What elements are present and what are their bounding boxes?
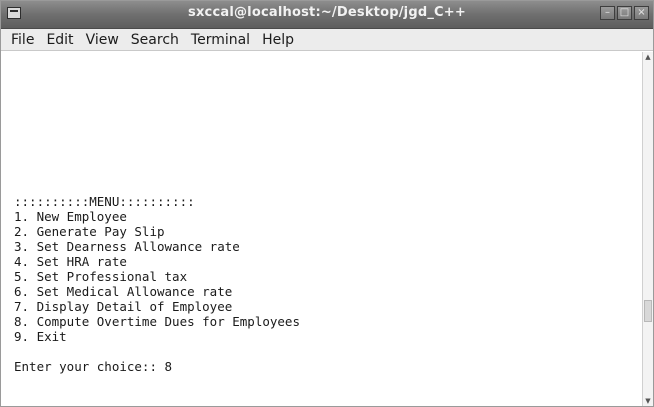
- menu-option-4: 4. Set HRA rate: [14, 254, 127, 269]
- maximize-button[interactable]: □: [617, 6, 632, 20]
- menu-edit[interactable]: Edit: [40, 30, 79, 50]
- menu-option-9: 9. Exit: [14, 329, 67, 344]
- menu-option-2: 2. Generate Pay Slip: [14, 224, 165, 239]
- scroll-thumb[interactable]: [644, 300, 652, 322]
- menu-option-3: 3. Set Dearness Allowance rate: [14, 239, 240, 254]
- minimize-button[interactable]: –: [600, 6, 615, 20]
- window-controls: – □ ×: [600, 6, 649, 20]
- menu-option-8: 8. Compute Overtime Dues for Employees: [14, 314, 300, 329]
- menu-search[interactable]: Search: [125, 30, 185, 50]
- menu-bar: File Edit View Search Terminal Help: [1, 29, 653, 51]
- scroll-up-arrow-icon[interactable]: ▲: [643, 52, 653, 62]
- menu-view[interactable]: View: [80, 30, 125, 50]
- minimize-icon: –: [605, 7, 610, 18]
- terminal-output-area[interactable]: ::::::::::MENU:::::::::: 1. New Employee…: [1, 52, 641, 406]
- menu-option-5: 5. Set Professional tax: [14, 269, 188, 284]
- choice-prompt: Enter your choice:: 8: [14, 359, 173, 374]
- title-bar[interactable]: sxccal@localhost:~/Desktop/jgd_C++ – □ ×: [1, 1, 653, 29]
- menu-help[interactable]: Help: [256, 30, 300, 50]
- window-title: sxccal@localhost:~/Desktop/jgd_C++: [188, 5, 466, 20]
- menu-option-1: 1. New Employee: [14, 209, 127, 224]
- menu-header: ::::::::::MENU::::::::::: [14, 194, 195, 209]
- close-icon: ×: [637, 7, 646, 18]
- terminal-text: ::::::::::MENU:::::::::: 1. New Employee…: [14, 194, 300, 374]
- terminal-window: sxccal@localhost:~/Desktop/jgd_C++ – □ ×…: [0, 0, 654, 407]
- scroll-down-arrow-icon[interactable]: ▼: [643, 396, 653, 406]
- menu-option-7: 7. Display Detail of Employee: [14, 299, 233, 314]
- close-button[interactable]: ×: [634, 6, 649, 20]
- menu-file[interactable]: File: [5, 30, 40, 50]
- menu-option-6: 6. Set Medical Allowance rate: [14, 284, 233, 299]
- menu-terminal[interactable]: Terminal: [185, 30, 256, 50]
- vertical-scrollbar[interactable]: ▲ ▼: [642, 52, 653, 406]
- maximize-icon: □: [619, 7, 630, 18]
